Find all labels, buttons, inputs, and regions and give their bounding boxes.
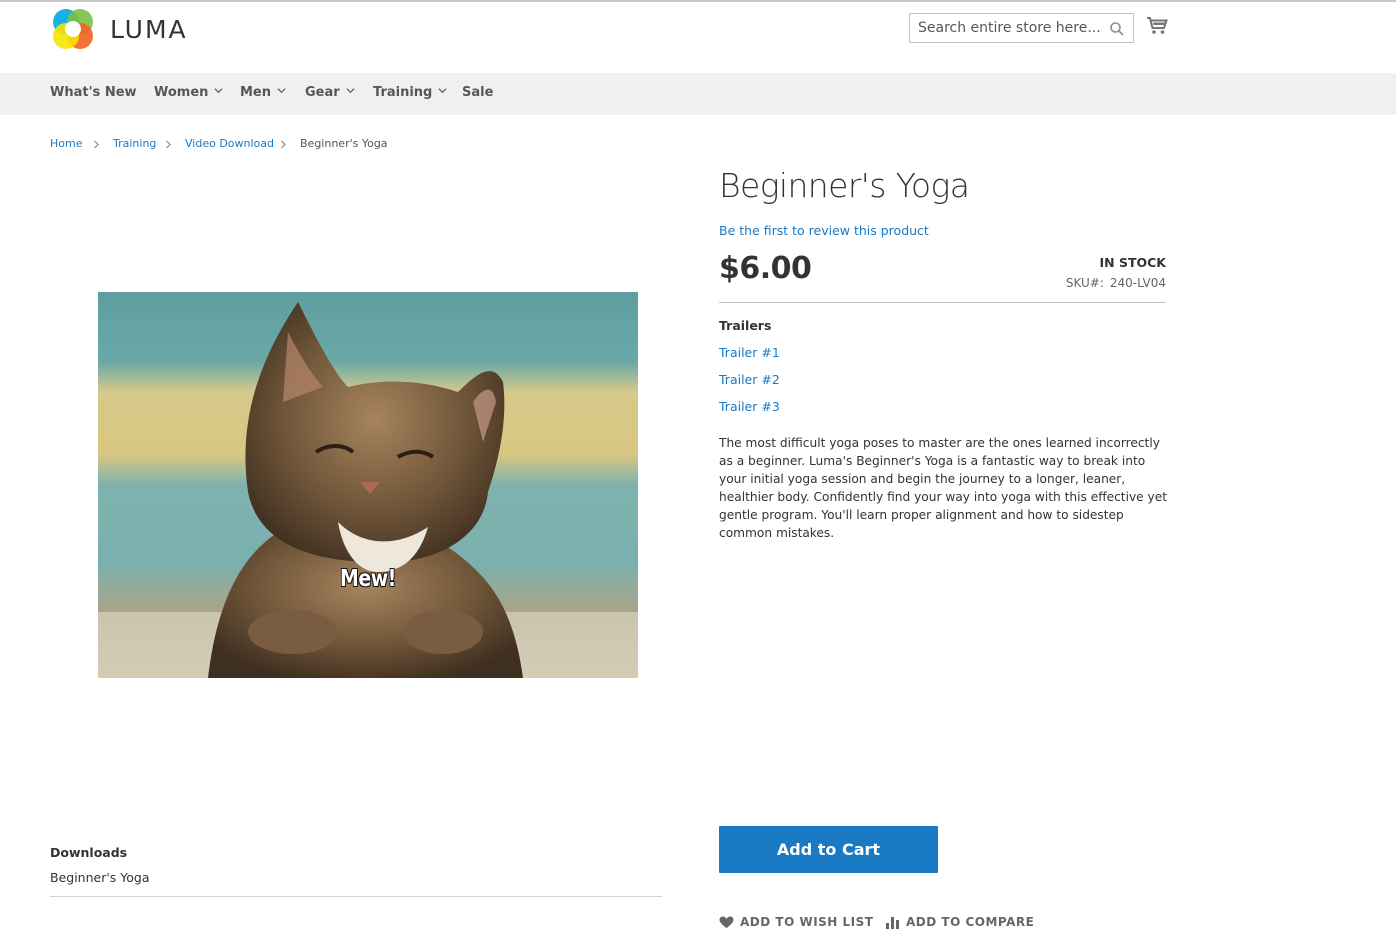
add-to-compare-link[interactable]: Add to Compare xyxy=(886,914,1034,929)
downloads-title: Downloads xyxy=(50,845,128,860)
product-sku: SKU#: 240-LV04 xyxy=(1066,276,1166,290)
search-input[interactable] xyxy=(910,14,1100,42)
bar-chart-icon xyxy=(886,916,899,929)
search-icon[interactable] xyxy=(1109,21,1125,37)
compare-label: Add to Compare xyxy=(906,915,1035,929)
chevron-down-icon xyxy=(438,88,447,94)
breadcrumb-current: Beginner's Yoga xyxy=(300,137,388,150)
stock-status: In stock xyxy=(1099,255,1166,270)
trailer-link[interactable]: Trailer #1 xyxy=(719,345,780,360)
add-to-wishlist-link[interactable]: Add to Wish List xyxy=(719,914,873,929)
divider xyxy=(719,302,1166,303)
chevron-down-icon xyxy=(277,88,286,94)
review-link[interactable]: Be the first to review this product xyxy=(719,223,929,238)
cat-photo xyxy=(98,292,638,678)
page-title: Beginner's Yoga xyxy=(719,166,970,205)
download-item: Beginner's Yoga xyxy=(50,870,150,885)
nav-item-label: Women xyxy=(154,85,209,100)
image-caption: Mew! xyxy=(340,566,396,592)
luma-logo-icon xyxy=(53,9,93,49)
wishlist-label: Add to Wish List xyxy=(740,915,874,929)
trailer-link[interactable]: Trailer #2 xyxy=(719,372,780,387)
nav-item-gear[interactable]: Gear xyxy=(305,73,355,115)
add-to-cart-button[interactable]: Add to Cart xyxy=(719,826,938,873)
chevron-right-icon xyxy=(94,140,99,149)
nav-item-women[interactable]: Women xyxy=(154,73,223,115)
nav-item-whats-new[interactable]: What's New xyxy=(50,73,137,115)
chevron-right-icon xyxy=(166,140,171,149)
chevron-right-icon xyxy=(281,140,286,149)
divider xyxy=(50,896,662,897)
sku-value: 240-LV04 xyxy=(1109,276,1166,290)
chevron-down-icon xyxy=(346,88,355,94)
trailers-title: Trailers xyxy=(719,318,772,333)
product-description: The most difficult yoga poses to master … xyxy=(719,436,1168,540)
logo-text: LUMA xyxy=(110,14,188,44)
header: LUMA xyxy=(0,2,1396,73)
nav-item-label: Sale xyxy=(462,85,494,100)
breadcrumb-home[interactable]: Home xyxy=(50,137,82,150)
nav-item-label: Men xyxy=(240,85,272,100)
nav-item-men[interactable]: Men xyxy=(240,73,286,115)
breadcrumb-video-download[interactable]: Video Download xyxy=(185,137,274,150)
nav-item-label: Training xyxy=(373,85,433,100)
main-nav: What's New Women Men Gear Training Sale xyxy=(0,73,1396,115)
product-image[interactable]: Mew! xyxy=(98,292,638,678)
chevron-down-icon xyxy=(214,88,223,94)
logo[interactable]: LUMA xyxy=(50,6,188,52)
breadcrumb-training[interactable]: Training xyxy=(113,137,156,150)
sku-label: SKU#: xyxy=(1065,276,1104,290)
nav-item-label: Gear xyxy=(305,85,340,100)
search-box xyxy=(909,13,1134,43)
product-price: $6.00 xyxy=(719,251,812,286)
nav-item-label: What's New xyxy=(50,85,137,100)
trailer-link[interactable]: Trailer #3 xyxy=(719,399,780,414)
heart-icon xyxy=(719,915,734,928)
nav-item-training[interactable]: Training xyxy=(373,73,447,115)
cart-icon[interactable] xyxy=(1146,16,1168,36)
nav-item-sale[interactable]: Sale xyxy=(462,73,493,115)
